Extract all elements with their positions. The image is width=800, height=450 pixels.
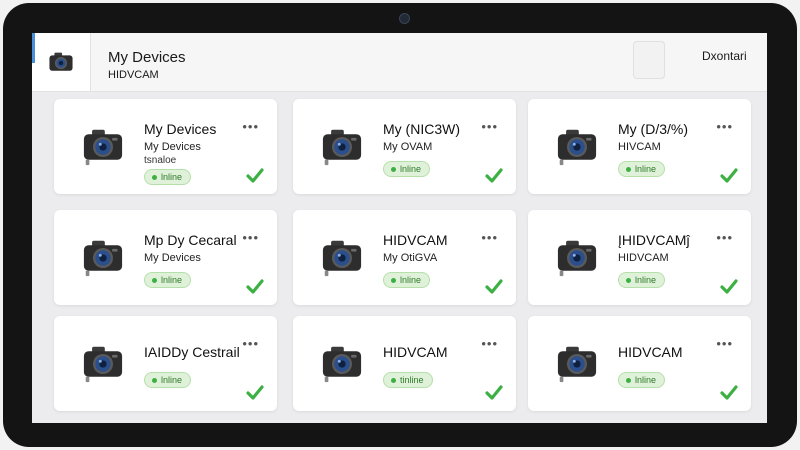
camera-icon: [557, 346, 597, 383]
more-icon[interactable]: •••: [716, 230, 733, 245]
device-title: My (NIC3W): [383, 121, 460, 137]
status-badge: lnline: [618, 272, 666, 288]
camera-icon: [557, 240, 597, 277]
page-subtitle: HIDVCAM: [108, 69, 159, 81]
status-badge: lnline: [383, 272, 431, 288]
device-subtitle: My Devices: [144, 252, 201, 264]
camera-icon: [322, 129, 362, 166]
more-icon[interactable]: •••: [242, 336, 259, 351]
status-label: lnline: [400, 164, 422, 174]
device-card[interactable]: My Devices My Devices tsnaloe lnline •••: [54, 99, 277, 194]
more-icon[interactable]: •••: [481, 119, 498, 134]
device-card[interactable]: HIDVCAM tinline •••: [293, 316, 516, 411]
status-dot: [152, 377, 157, 383]
status-dot: [391, 377, 396, 383]
status-dot: [152, 277, 157, 283]
device-card[interactable]: My (NIC3W) My OVAM lnline •••: [293, 99, 516, 194]
more-icon[interactable]: •••: [481, 230, 498, 245]
more-icon[interactable]: •••: [481, 336, 498, 351]
check-icon: [485, 385, 503, 400]
camera-icon: [83, 346, 123, 383]
status-label: lnline: [635, 275, 657, 285]
status-badge: tinline: [383, 372, 433, 388]
status-label: tinline: [400, 375, 424, 385]
page-title: My Devices: [108, 49, 186, 66]
check-icon: [246, 385, 264, 400]
check-icon: [485, 168, 503, 183]
device-subtitle: My OVAM: [383, 141, 433, 153]
device-title: HIDVCAM: [383, 344, 448, 360]
device-subtitle: My Devices: [144, 141, 201, 153]
status-label: lnline: [635, 375, 657, 385]
camera-icon: [83, 129, 123, 166]
check-icon: [246, 168, 264, 183]
more-icon[interactable]: •••: [716, 336, 733, 351]
device-title: HIDVCAM: [383, 232, 448, 248]
check-icon: [720, 385, 738, 400]
status-badge: lnline: [144, 372, 192, 388]
status-dot: [391, 166, 396, 172]
header-bar: My Devices HIDVCAM Dxontari: [32, 33, 767, 92]
status-label: lnline: [161, 275, 183, 285]
device-card[interactable]: HIDVCAM My OtiGVA lnline •••: [293, 210, 516, 305]
status-dot: [626, 277, 631, 283]
device-card[interactable]: My (D/3/%) HIVCAM lnline •••: [528, 99, 751, 194]
app-screen: My Devices HIDVCAM Dxontari My Devices M…: [32, 33, 767, 423]
status-badge: lnline: [618, 372, 666, 388]
device-card[interactable]: Mp Dy Cecaral My Devices lnline •••: [54, 210, 277, 305]
camera-icon: [83, 240, 123, 277]
status-label: lnline: [400, 275, 422, 285]
check-icon: [720, 168, 738, 183]
more-icon[interactable]: •••: [242, 230, 259, 245]
check-icon: [720, 279, 738, 294]
device-subtitle: HIVCAM: [618, 141, 661, 153]
status-dot: [626, 166, 631, 172]
front-camera: [399, 13, 410, 24]
device-card[interactable]: HIDVCAM lnline •••: [528, 316, 751, 411]
device-title: Mp Dy Cecaral: [144, 232, 237, 248]
status-badge: lnline: [144, 169, 192, 185]
more-icon[interactable]: •••: [242, 119, 259, 134]
device-extra-label: tsnaloe: [144, 155, 177, 166]
more-icon[interactable]: •••: [716, 119, 733, 134]
device-subtitle: My OtiGVA: [383, 252, 438, 264]
camera-icon: [322, 346, 362, 383]
header-button[interactable]: [633, 41, 665, 79]
app-logo[interactable]: [32, 33, 91, 91]
check-icon: [246, 279, 264, 294]
device-title: HIDVCAM: [618, 344, 683, 360]
status-dot: [626, 377, 631, 383]
device-title: IAIDDy Cestrail: [144, 344, 240, 360]
device-subtitle: HIDVCAM: [618, 252, 669, 264]
check-icon: [485, 279, 503, 294]
device-title: ĮHIDVCAMĵ: [618, 232, 690, 248]
camera-icon: [322, 240, 362, 277]
status-dot: [391, 277, 396, 283]
status-badge: lnline: [383, 161, 431, 177]
device-title: My Devices: [144, 121, 217, 137]
header-action-link[interactable]: Dxontari: [702, 49, 747, 63]
status-dot: [152, 174, 157, 180]
device-card[interactable]: ĮHIDVCAMĵ HIDVCAM lnline •••: [528, 210, 751, 305]
status-badge: lnline: [144, 272, 192, 288]
status-label: lnline: [161, 375, 183, 385]
camera-icon: [49, 52, 73, 71]
device-card[interactable]: IAIDDy Cestrail lnline •••: [54, 316, 277, 411]
status-label: lnline: [161, 172, 183, 182]
device-title: My (D/3/%): [618, 121, 688, 137]
status-badge: lnline: [618, 161, 666, 177]
status-label: lnline: [635, 164, 657, 174]
camera-icon: [557, 129, 597, 166]
